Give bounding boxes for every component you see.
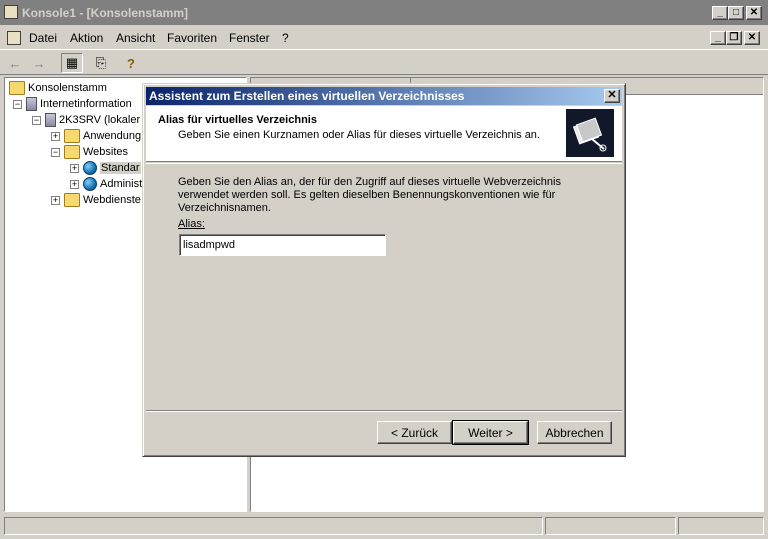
wizard-header: Alias für virtuelles Verzeichnis Geben S…: [146, 106, 622, 162]
tree-item-root[interactable]: Konsolenstamm: [9, 80, 107, 96]
dialog-close-button[interactable]: ✕: [604, 89, 620, 103]
wizard-step-subtitle: Geben Sie einen Kurznamen oder Alias für…: [178, 129, 540, 141]
close-button[interactable]: ✕: [746, 6, 762, 20]
globe-icon: [83, 177, 97, 191]
menu-bar: Datei Aktion Ansicht Favoriten Fenster ?…: [0, 27, 768, 49]
tree-item-label: Webdienste: [83, 194, 141, 206]
alias-label: Alias:: [178, 218, 205, 230]
toolbar: ← → ▦ ⎘ ?: [0, 49, 768, 75]
folder-icon: [64, 129, 80, 143]
status-segment: [4, 517, 543, 535]
wizard-dialog: Assistent zum Erstellen eines virtuellen…: [142, 83, 626, 457]
main-title-bar: Konsole1 - [Konsolenstamm] _ □ ✕: [0, 0, 768, 25]
tree-item-label: Internetinformation: [40, 98, 132, 110]
tree-item-anwendung[interactable]: + Anwendung: [51, 128, 141, 144]
tree-item-label: Standar: [100, 162, 141, 174]
back-button[interactable]: < Zurück: [377, 421, 452, 444]
export-list-icon[interactable]: ⎘: [90, 53, 112, 73]
child-close-button[interactable]: ✕: [744, 31, 760, 45]
wizard-step-title: Alias für virtuelles Verzeichnis: [158, 114, 317, 126]
menu-ansicht[interactable]: Ansicht: [116, 31, 155, 45]
tree-item-label: Websites: [83, 146, 129, 158]
collapse-icon[interactable]: −: [32, 115, 41, 125]
collapse-icon[interactable]: −: [51, 147, 60, 157]
wizard-logo-icon: [566, 109, 614, 157]
child-restore-button[interactable]: ❐: [726, 31, 742, 45]
tree-item-standard[interactable]: + Standar: [70, 160, 141, 176]
expand-icon[interactable]: +: [51, 195, 60, 205]
help-icon[interactable]: ?: [120, 53, 142, 73]
menu-fenster[interactable]: Fenster: [229, 31, 270, 45]
folder-icon: [64, 193, 80, 207]
tree-item-label: Konsolenstamm: [28, 82, 107, 94]
child-minimize-button[interactable]: _: [710, 31, 726, 45]
header-divider: [146, 163, 622, 164]
tree-item-server[interactable]: − 2K3SRV (lokaler: [32, 112, 140, 128]
cancel-button[interactable]: Abbrechen: [537, 421, 612, 444]
expand-icon[interactable]: +: [70, 179, 79, 189]
folder-icon: [9, 81, 25, 95]
iis-icon: [26, 97, 37, 111]
tree-item-label: Administ: [100, 178, 143, 190]
tree-item-iis[interactable]: − Internetinformation: [13, 96, 132, 112]
forward-arrow-icon[interactable]: →: [28, 53, 50, 73]
globe-icon: [83, 161, 97, 175]
menu-datei[interactable]: Datei: [29, 31, 57, 45]
menu-favoriten[interactable]: Favoriten: [167, 31, 217, 45]
mmc-app-icon: [4, 5, 18, 19]
server-icon: [45, 113, 56, 127]
wizard-description: Geben Sie den Alias an, der für den Zugr…: [178, 176, 561, 214]
tree-item-label: 2K3SRV (lokaler: [59, 114, 141, 126]
status-segment: [545, 517, 676, 535]
collapse-icon[interactable]: −: [13, 99, 22, 109]
minimize-button[interactable]: _: [712, 6, 728, 20]
tree-item-websites[interactable]: − Websites: [51, 144, 128, 160]
expand-icon[interactable]: +: [70, 163, 79, 173]
next-button[interactable]: Weiter >: [452, 420, 529, 445]
show-hide-tree-icon[interactable]: ▦: [61, 53, 83, 73]
expand-icon[interactable]: +: [51, 131, 60, 141]
alias-label-text: Alias:: [178, 218, 205, 230]
window-title: Konsole1 - [Konsolenstamm]: [22, 5, 189, 20]
tree-item-label: Anwendung: [83, 130, 142, 142]
maximize-button[interactable]: □: [728, 6, 744, 20]
menu-help[interactable]: ?: [282, 31, 289, 45]
button-divider: [146, 410, 622, 412]
dialog-title: Assistent zum Erstellen eines virtuellen…: [149, 89, 465, 103]
menu-aktion[interactable]: Aktion: [70, 31, 103, 45]
tree-item-webdienste[interactable]: + Webdienste: [51, 192, 141, 208]
dialog-title-bar: Assistent zum Erstellen eines virtuellen…: [146, 87, 622, 105]
back-arrow-icon[interactable]: ←: [4, 53, 26, 73]
status-segment: [678, 517, 764, 535]
tree-item-administration[interactable]: + Administ: [70, 176, 142, 192]
alias-input[interactable]: [179, 234, 386, 256]
status-bar: [0, 514, 768, 539]
folder-open-icon: [64, 145, 80, 159]
console-icon: [7, 31, 21, 45]
